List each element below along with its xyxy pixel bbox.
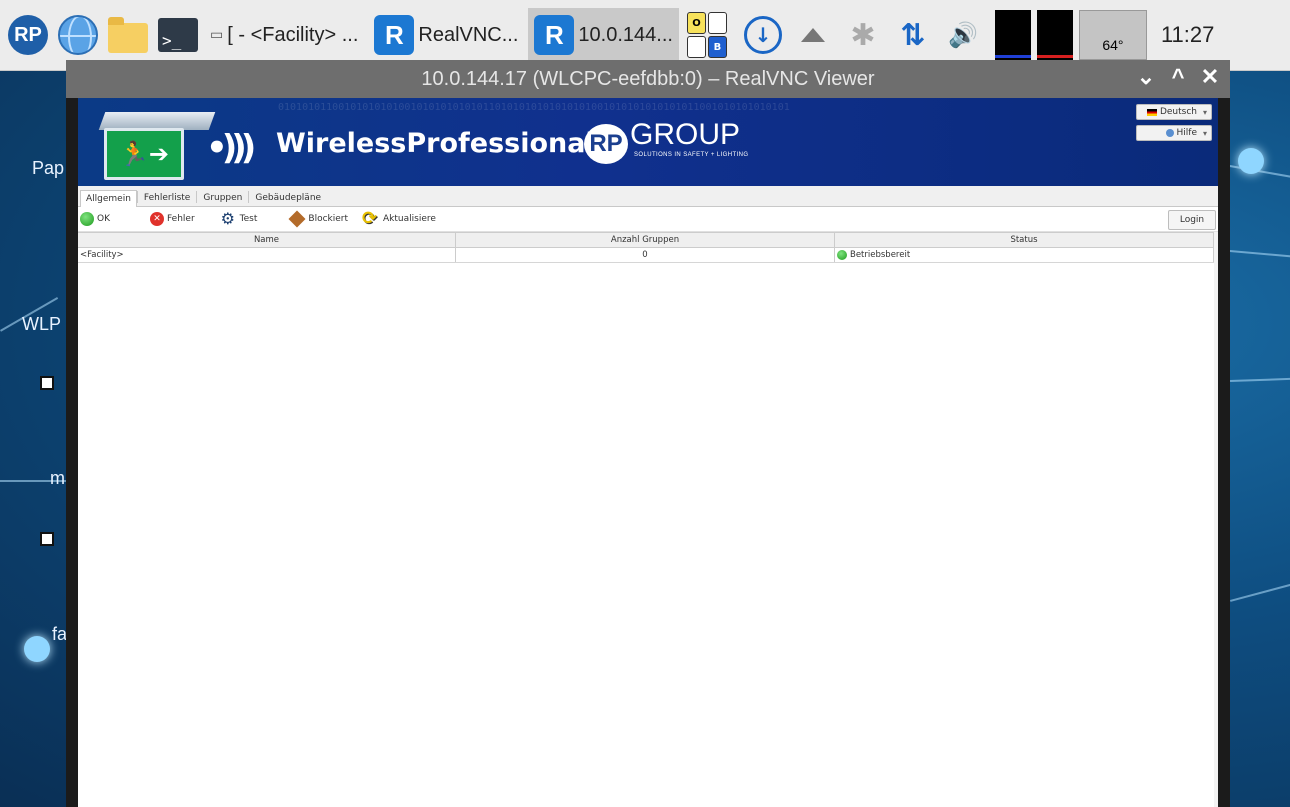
gear-icon: ⚙ — [220, 209, 236, 228]
remote-app: 0101010110010101010100101010101010110101… — [78, 98, 1218, 807]
task-label: [ - <Facility> ... — [227, 23, 359, 46]
german-flag-icon — [1146, 108, 1157, 116]
network-icon[interactable]: ⇅ — [891, 13, 935, 57]
desktop-icon-label[interactable]: fa — [52, 624, 67, 645]
keyboard-indicator[interactable]: O B — [686, 12, 727, 58]
exit-sign-icon: 🏃➔ — [104, 128, 184, 180]
table-header: Name Anzahl Gruppen Status — [78, 232, 1218, 248]
refresh-label: Aktualisiere — [383, 214, 436, 224]
app-banner: 0101010110010101010100101010101010110101… — [78, 98, 1218, 186]
maximize-icon[interactable]: ^ — [1166, 64, 1190, 90]
wireless-waves-icon: •))) — [206, 128, 256, 168]
minimize-icon[interactable]: ⌄ — [1134, 64, 1158, 90]
network-line — [1230, 377, 1290, 382]
ok-label: OK — [97, 214, 110, 224]
vnc-viewer-window: 10.0.144.17 (WLCPC-eefdbb:0) – RealVNC V… — [66, 60, 1230, 807]
help-button[interactable]: Hilfe — [1136, 125, 1212, 141]
ok-status-icon — [80, 212, 94, 226]
refresh-icon: ⟳ — [362, 208, 378, 229]
network-node — [24, 636, 50, 662]
window-icon: ▭ — [210, 27, 224, 43]
column-header-groups[interactable]: Anzahl Gruppen — [456, 233, 835, 247]
tab-bar: Allgemein Fehlerliste Gruppen Gebäudeplä… — [78, 186, 1218, 207]
tab-allgemein[interactable]: Allgemein — [80, 190, 137, 207]
task-realvnc[interactable]: R RealVNC... — [368, 8, 524, 62]
facility-table: Name Anzahl Gruppen Status <Facility> 0 … — [78, 232, 1218, 263]
realvnc-icon: R — [534, 15, 575, 55]
task-facility-window[interactable]: ▭ [ - <Facility> ... — [204, 8, 364, 62]
error-label: Fehler — [167, 214, 195, 224]
column-header-status[interactable]: Status — [835, 233, 1214, 247]
clock[interactable]: 11:27 — [1161, 22, 1214, 48]
status-label: Betriebsbereit — [850, 250, 911, 260]
network-line — [1230, 581, 1290, 602]
test-button[interactable]: ⚙ Test — [221, 211, 258, 227]
table-area-edge — [1214, 232, 1218, 807]
cell-status: Betriebsbereit — [835, 248, 1214, 262]
indicator-b: B — [707, 36, 727, 58]
tab-fehlerliste[interactable]: Fehlerliste — [138, 189, 196, 206]
shortcut-arrow-icon — [40, 376, 54, 390]
rp-menu-icon[interactable]: RP — [6, 13, 50, 57]
binary-pattern: 0101010110010101010100101010101010110101… — [278, 102, 790, 113]
table-row[interactable]: <Facility> 0 Betriebsbereit — [78, 248, 1218, 263]
network-line — [1229, 250, 1290, 259]
desktop-icon-label[interactable]: m — [50, 468, 65, 489]
toolbar: OK ✕ Fehler ⚙ Test Blockiert ⟳ Aktualisi… — [78, 207, 1218, 232]
window-title: 10.0.144.17 (WLCPC-eefdbb:0) – RealVNC V… — [421, 67, 875, 90]
indicator-blank — [686, 36, 706, 58]
realvnc-icon: R — [374, 15, 415, 55]
help-label: Hilfe — [1176, 128, 1197, 138]
terminal-icon[interactable]: >_ — [156, 13, 200, 57]
login-button[interactable]: Login — [1168, 210, 1216, 230]
tab-gruppen[interactable]: Gruppen — [197, 189, 248, 206]
file-manager-icon[interactable] — [106, 13, 150, 57]
cpu-graph — [994, 10, 1031, 60]
cell-groups: 0 — [456, 248, 835, 262]
slogan: SOLUTIONS IN SAFETY + LIGHTING — [634, 152, 749, 158]
desktop-icon-label[interactable]: Pap — [32, 158, 64, 179]
ok-filter-button[interactable]: OK — [80, 212, 110, 226]
bluetooth-icon[interactable]: ✱ — [841, 13, 885, 57]
network-node — [1238, 148, 1264, 174]
brand-name: WirelessProfessional — [276, 128, 595, 159]
blocked-button[interactable]: Blockiert — [288, 210, 349, 228]
task-label: RealVNC... — [418, 23, 519, 46]
ready-status-icon — [837, 250, 847, 260]
volume-icon[interactable]: 🔊 — [941, 13, 985, 57]
tab-gebaeudeplaene[interactable]: Gebäudepläne — [249, 189, 327, 206]
shortcut-arrow-icon — [40, 532, 54, 546]
blocked-label: Blockiert — [308, 214, 349, 224]
download-icon[interactable]: ↓ — [741, 13, 785, 57]
group-wordmark: GROUP — [630, 118, 741, 151]
window-titlebar[interactable]: 10.0.144.17 (WLCPC-eefdbb:0) – RealVNC V… — [66, 60, 1230, 98]
desktop-icon-label[interactable]: WLP — [22, 314, 61, 335]
blocked-diamond-icon — [288, 210, 306, 228]
indicator-o: O — [686, 12, 706, 34]
cpu-graph-line — [994, 55, 1031, 58]
browser-icon[interactable] — [56, 13, 100, 57]
indicator-blank — [707, 12, 727, 34]
help-icon — [1165, 129, 1174, 137]
column-header-name[interactable]: Name — [78, 233, 456, 247]
memory-graph-line — [1036, 55, 1073, 58]
refresh-button[interactable]: ⟳ Aktualisiere — [362, 208, 436, 229]
error-icon: ✕ — [150, 212, 164, 226]
language-label: Deutsch — [1159, 107, 1197, 117]
temperature-monitor: 64° — [1078, 10, 1147, 60]
error-filter-button[interactable]: ✕ Fehler — [150, 212, 195, 226]
test-label: Test — [239, 214, 258, 224]
task-label: 10.0.144... — [578, 23, 673, 46]
cell-name: <Facility> — [78, 248, 456, 262]
memory-graph — [1036, 10, 1073, 60]
language-select[interactable]: Deutsch — [1136, 104, 1212, 120]
close-icon[interactable]: ✕ — [1198, 64, 1222, 90]
eject-icon[interactable] — [791, 13, 835, 57]
task-vnc-viewer[interactable]: R 10.0.144... — [528, 8, 679, 62]
rp-group-logo: RP — [584, 124, 628, 164]
